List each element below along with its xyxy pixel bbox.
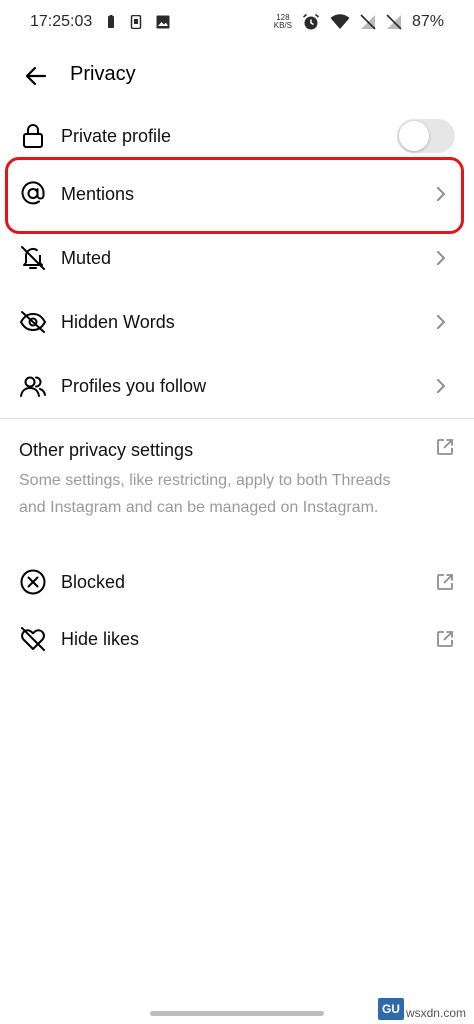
battery-percent: 87% — [411, 13, 444, 30]
eye-off-icon — [18, 307, 48, 337]
watermark-logo: GU — [377, 998, 404, 1020]
muted-row[interactable]: Muted — [0, 230, 474, 286]
toggle-knob — [399, 121, 429, 151]
no-signal-icon — [360, 14, 376, 30]
app-header: Privacy — [0, 52, 474, 100]
private-profile-toggle[interactable] — [397, 119, 455, 153]
lock-icon — [18, 121, 48, 151]
heart-off-icon — [18, 624, 48, 654]
blocked-row[interactable]: Blocked — [0, 554, 474, 610]
chevron-right-icon — [434, 251, 448, 265]
hide-likes-row[interactable]: Hide likes — [0, 611, 474, 667]
alarm-icon — [302, 13, 320, 31]
net-speed-unit: KB/S — [273, 21, 292, 30]
home-indicator[interactable] — [150, 1011, 324, 1016]
mentions-row[interactable]: Mentions — [0, 166, 474, 222]
chevron-right-icon — [434, 379, 448, 393]
watermark: GU wsxdn.com — [377, 998, 466, 1020]
chevron-right-icon — [434, 187, 448, 201]
hidden-words-row[interactable]: Hidden Words — [0, 294, 474, 350]
mentions-label: Mentions — [61, 183, 135, 204]
net-speed: 128 KB/S — [274, 14, 292, 30]
circle-x-icon — [18, 567, 48, 597]
profiles-you-follow-label: Profiles you follow — [61, 375, 207, 396]
battery-saver-icon — [106, 15, 116, 29]
other-privacy-title: Other privacy settings — [19, 440, 194, 460]
external-link-icon — [434, 628, 456, 650]
section-divider — [0, 418, 474, 419]
people-icon — [18, 371, 48, 401]
bell-off-icon — [18, 243, 48, 273]
no-signal-icon-2 — [386, 14, 402, 30]
chevron-right-icon — [434, 315, 448, 329]
private-profile-label: Private profile — [61, 125, 172, 146]
hidden-words-label: Hidden Words — [61, 311, 175, 332]
status-time: 17:25:03 — [30, 13, 93, 30]
at-sign-icon — [18, 179, 48, 209]
arrow-left-icon — [25, 66, 47, 86]
private-profile-row: Private profile — [0, 108, 474, 164]
back-button[interactable] — [22, 62, 50, 90]
watermark-text: wsxdn.com — [405, 1006, 466, 1020]
other-privacy-description: Some settings, like restricting, apply t… — [19, 472, 391, 516]
external-link-icon — [434, 571, 456, 593]
page-title: Privacy — [70, 63, 136, 85]
gallery-icon — [156, 15, 170, 29]
phone-icon — [130, 15, 142, 29]
hide-likes-label: Hide likes — [61, 628, 140, 649]
external-link-icon[interactable] — [434, 436, 456, 458]
wifi-icon — [330, 14, 350, 30]
profiles-you-follow-row[interactable]: Profiles you follow — [0, 358, 474, 414]
status-bar: 17:25:03 128 KB/S 87% — [0, 0, 474, 44]
blocked-label: Blocked — [61, 571, 126, 592]
muted-label: Muted — [61, 247, 112, 268]
